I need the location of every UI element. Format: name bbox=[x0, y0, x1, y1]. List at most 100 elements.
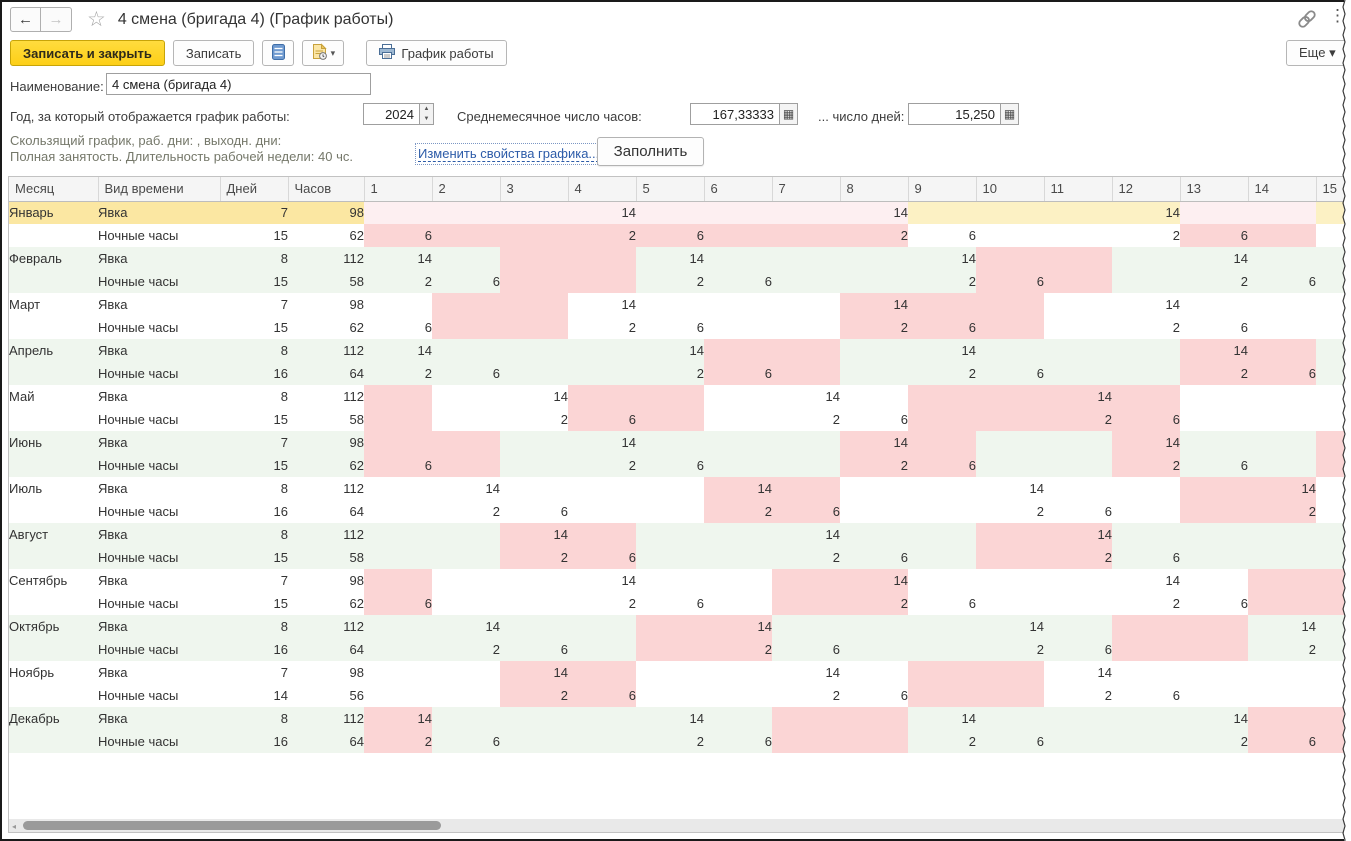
day-cell[interactable] bbox=[772, 316, 840, 339]
day-cell[interactable]: 2 bbox=[976, 500, 1044, 523]
day-cell[interactable]: 2 bbox=[1112, 224, 1180, 247]
day-cell[interactable]: 14 bbox=[1248, 615, 1316, 638]
day-cell[interactable] bbox=[1316, 247, 1344, 270]
days-total-cell[interactable]: 16 bbox=[220, 362, 288, 385]
day-cell[interactable]: 2 bbox=[364, 270, 432, 293]
month-cell[interactable]: Сентябрь bbox=[9, 569, 98, 592]
day-cell[interactable]: 2 bbox=[1248, 638, 1316, 661]
day-cell[interactable] bbox=[1044, 592, 1112, 615]
day-cell[interactable] bbox=[364, 638, 432, 661]
day-cell[interactable] bbox=[432, 523, 500, 546]
hours-total-cell[interactable]: 64 bbox=[288, 730, 364, 753]
day-cell[interactable]: 14 bbox=[568, 431, 636, 454]
day-cell[interactable] bbox=[364, 661, 432, 684]
day-cell[interactable] bbox=[976, 408, 1044, 431]
day-cell[interactable] bbox=[704, 316, 772, 339]
day-cell[interactable] bbox=[976, 707, 1044, 730]
day-cell[interactable]: 2 bbox=[772, 408, 840, 431]
day-cell[interactable] bbox=[636, 684, 704, 707]
day-cell[interactable] bbox=[908, 500, 976, 523]
day-cell[interactable]: 14 bbox=[364, 339, 432, 362]
month-cell[interactable]: Май bbox=[9, 385, 98, 408]
month-cell[interactable] bbox=[9, 546, 98, 569]
day-cell[interactable] bbox=[568, 661, 636, 684]
day-cell[interactable] bbox=[908, 684, 976, 707]
day-cell[interactable] bbox=[568, 500, 636, 523]
day-cell[interactable] bbox=[1044, 707, 1112, 730]
day-cell[interactable] bbox=[636, 385, 704, 408]
day-cell[interactable] bbox=[1180, 293, 1248, 316]
day-cell[interactable] bbox=[1112, 730, 1180, 753]
day-cell[interactable] bbox=[1044, 569, 1112, 592]
day-cell[interactable]: 2 bbox=[840, 592, 908, 615]
avg-hours-calc-button[interactable]: ▦ bbox=[780, 103, 798, 125]
day-cell[interactable] bbox=[908, 201, 976, 224]
days-total-cell[interactable]: 15 bbox=[220, 592, 288, 615]
day-cell[interactable]: 6 bbox=[840, 408, 908, 431]
days-total-cell[interactable]: 16 bbox=[220, 500, 288, 523]
day-cell[interactable]: 14 bbox=[500, 523, 568, 546]
day-cell[interactable]: 6 bbox=[1112, 408, 1180, 431]
hours-total-cell[interactable]: 62 bbox=[288, 454, 364, 477]
day-cell[interactable]: 2 bbox=[568, 224, 636, 247]
day-cell[interactable] bbox=[1044, 224, 1112, 247]
days-total-cell[interactable]: 8 bbox=[220, 707, 288, 730]
day-cell[interactable] bbox=[840, 477, 908, 500]
day-cell[interactable] bbox=[1316, 431, 1344, 454]
month-cell[interactable]: Март bbox=[9, 293, 98, 316]
day-cell[interactable] bbox=[636, 431, 704, 454]
day-cell[interactable]: 6 bbox=[1180, 316, 1248, 339]
day-cell[interactable] bbox=[772, 270, 840, 293]
days-total-cell[interactable]: 7 bbox=[220, 201, 288, 224]
day-cell[interactable] bbox=[704, 661, 772, 684]
open-register-button[interactable] bbox=[262, 40, 295, 66]
day-cell[interactable] bbox=[1316, 316, 1344, 339]
day-cell[interactable]: 6 bbox=[364, 454, 432, 477]
month-cell[interactable]: Октябрь bbox=[9, 615, 98, 638]
day-cell[interactable]: 2 bbox=[772, 684, 840, 707]
hours-total-cell[interactable]: 112 bbox=[288, 339, 364, 362]
day-cell[interactable] bbox=[432, 431, 500, 454]
hours-total-cell[interactable]: 62 bbox=[288, 316, 364, 339]
day-cell[interactable] bbox=[432, 293, 500, 316]
days-total-cell[interactable]: 16 bbox=[220, 730, 288, 753]
day-cell[interactable] bbox=[704, 592, 772, 615]
day-cell[interactable]: 14 bbox=[840, 431, 908, 454]
day-cell[interactable] bbox=[772, 615, 840, 638]
day-cell[interactable] bbox=[500, 339, 568, 362]
time-type-cell[interactable]: Ночные часы bbox=[98, 638, 220, 661]
day-cell[interactable]: 2 bbox=[1044, 684, 1112, 707]
hours-total-cell[interactable]: 112 bbox=[288, 707, 364, 730]
month-cell[interactable]: Декабрь bbox=[9, 707, 98, 730]
day-cell[interactable] bbox=[1248, 661, 1316, 684]
hours-total-cell[interactable]: 112 bbox=[288, 247, 364, 270]
hours-total-cell[interactable]: 58 bbox=[288, 408, 364, 431]
time-type-cell[interactable]: Явка bbox=[98, 707, 220, 730]
day-cell[interactable] bbox=[364, 523, 432, 546]
day-cell[interactable] bbox=[908, 569, 976, 592]
scroll-left-icon[interactable]: ◂ bbox=[12, 822, 16, 831]
scrollbar-thumb[interactable] bbox=[23, 821, 441, 830]
day-cell[interactable]: 6 bbox=[704, 362, 772, 385]
day-cell[interactable] bbox=[772, 569, 840, 592]
day-cell[interactable] bbox=[568, 385, 636, 408]
day-cell[interactable] bbox=[1248, 293, 1316, 316]
time-type-cell[interactable]: Ночные часы bbox=[98, 362, 220, 385]
save-button[interactable]: Записать bbox=[172, 40, 255, 66]
day-cell[interactable] bbox=[772, 362, 840, 385]
day-cell[interactable]: 14 bbox=[908, 707, 976, 730]
day-cell[interactable] bbox=[1248, 247, 1316, 270]
day-cell[interactable] bbox=[908, 477, 976, 500]
month-cell[interactable] bbox=[9, 730, 98, 753]
hours-total-cell[interactable]: 112 bbox=[288, 615, 364, 638]
day-cell[interactable] bbox=[1180, 385, 1248, 408]
day-cell[interactable] bbox=[976, 523, 1044, 546]
hours-total-cell[interactable]: 62 bbox=[288, 224, 364, 247]
days-total-cell[interactable]: 7 bbox=[220, 293, 288, 316]
day-cell[interactable] bbox=[704, 247, 772, 270]
day-cell[interactable] bbox=[432, 224, 500, 247]
day-cell[interactable]: 2 bbox=[636, 270, 704, 293]
time-type-cell[interactable]: Ночные часы bbox=[98, 730, 220, 753]
day-cell[interactable]: 14 bbox=[568, 293, 636, 316]
day-cell[interactable] bbox=[840, 270, 908, 293]
